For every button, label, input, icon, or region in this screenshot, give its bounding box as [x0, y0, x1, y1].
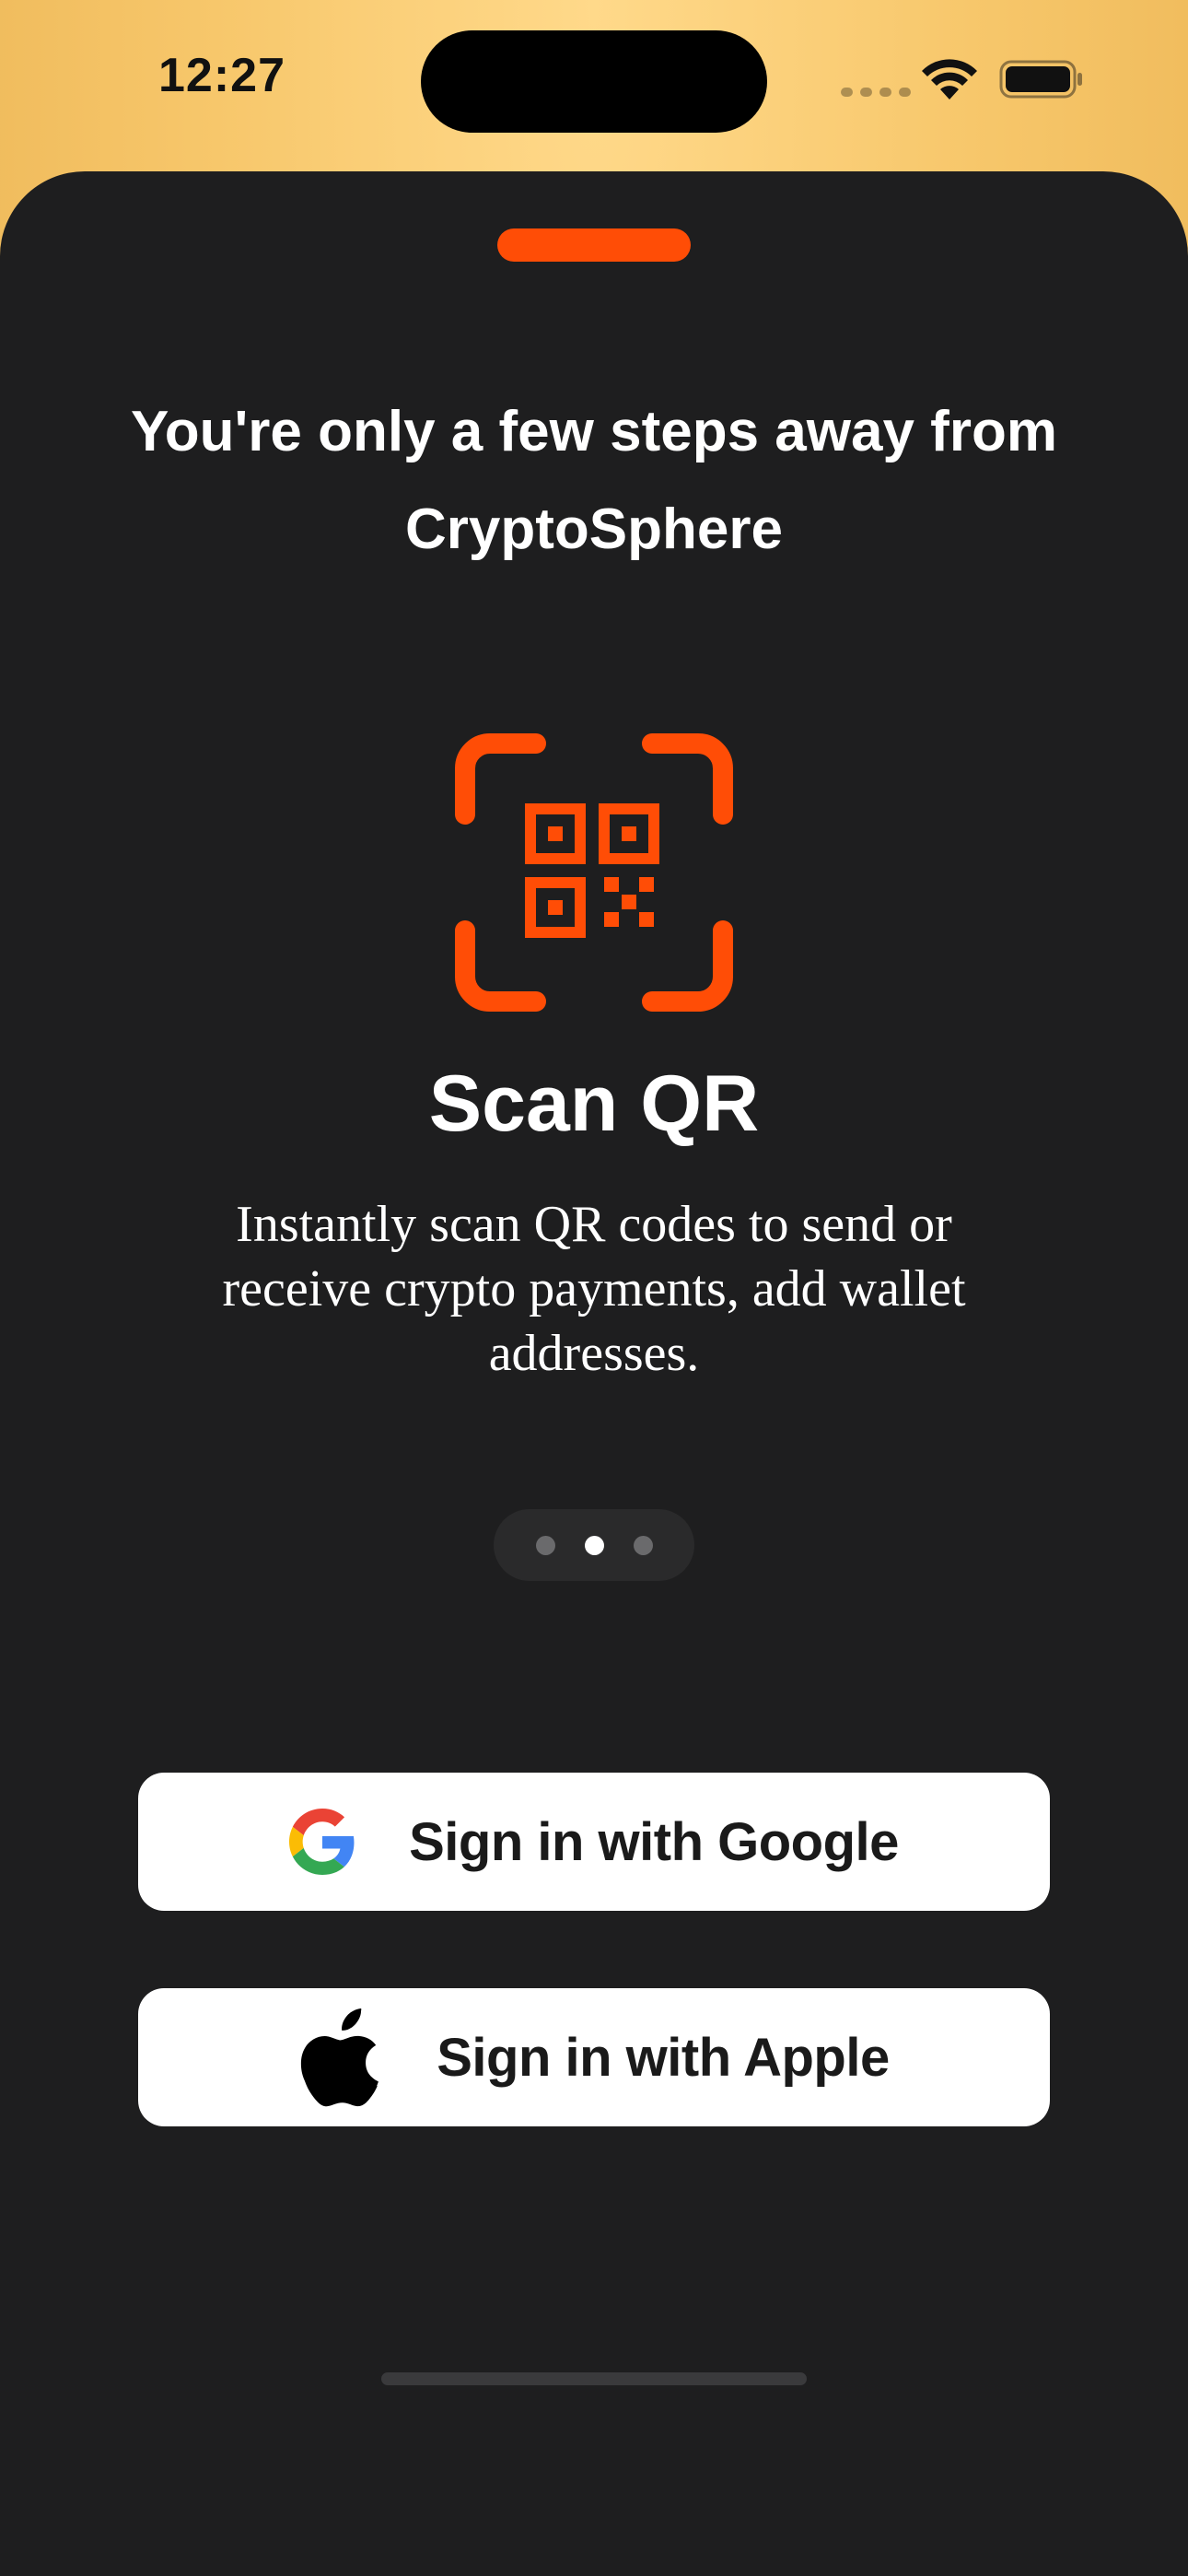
status-bar: 12:27: [0, 0, 1188, 170]
battery-icon: [999, 60, 1082, 99]
sign-in-with-apple-button[interactable]: Sign in with Apple: [138, 1988, 1050, 2126]
google-button-label: Sign in with Google: [409, 1811, 899, 1872]
page-dot-3[interactable]: [633, 1535, 653, 1555]
dynamic-island: [421, 30, 767, 133]
page-indicator[interactable]: [494, 1509, 694, 1581]
page-dot-1[interactable]: [535, 1535, 555, 1555]
sheet-grabber[interactable]: [497, 228, 691, 262]
apple-button-label: Sign in with Apple: [437, 2027, 890, 2088]
page-dot-2-active[interactable]: [584, 1535, 604, 1555]
cellular-signal-icon: [841, 88, 911, 97]
onboarding-sheet: You're only a few steps away from Crypto…: [0, 171, 1188, 2576]
feature-title: Scan QR: [428, 1060, 760, 1148]
qr-scan-icon: [455, 733, 733, 1012]
home-indicator[interactable]: [381, 2372, 807, 2385]
wifi-icon: [922, 59, 977, 100]
status-time: 12:27: [158, 49, 285, 102]
google-icon: [289, 1809, 355, 1875]
apple-icon: [301, 2008, 379, 2107]
app-screen: 12:27 You're only a few steps away from …: [0, 0, 1188, 2576]
feature-description: Instantly scan QR codes to send or recei…: [222, 1196, 966, 1382]
sign-in-with-google-button[interactable]: Sign in with Google: [138, 1773, 1050, 1911]
onboarding-headline: You're only a few steps away from Crypto…: [131, 400, 1057, 561]
